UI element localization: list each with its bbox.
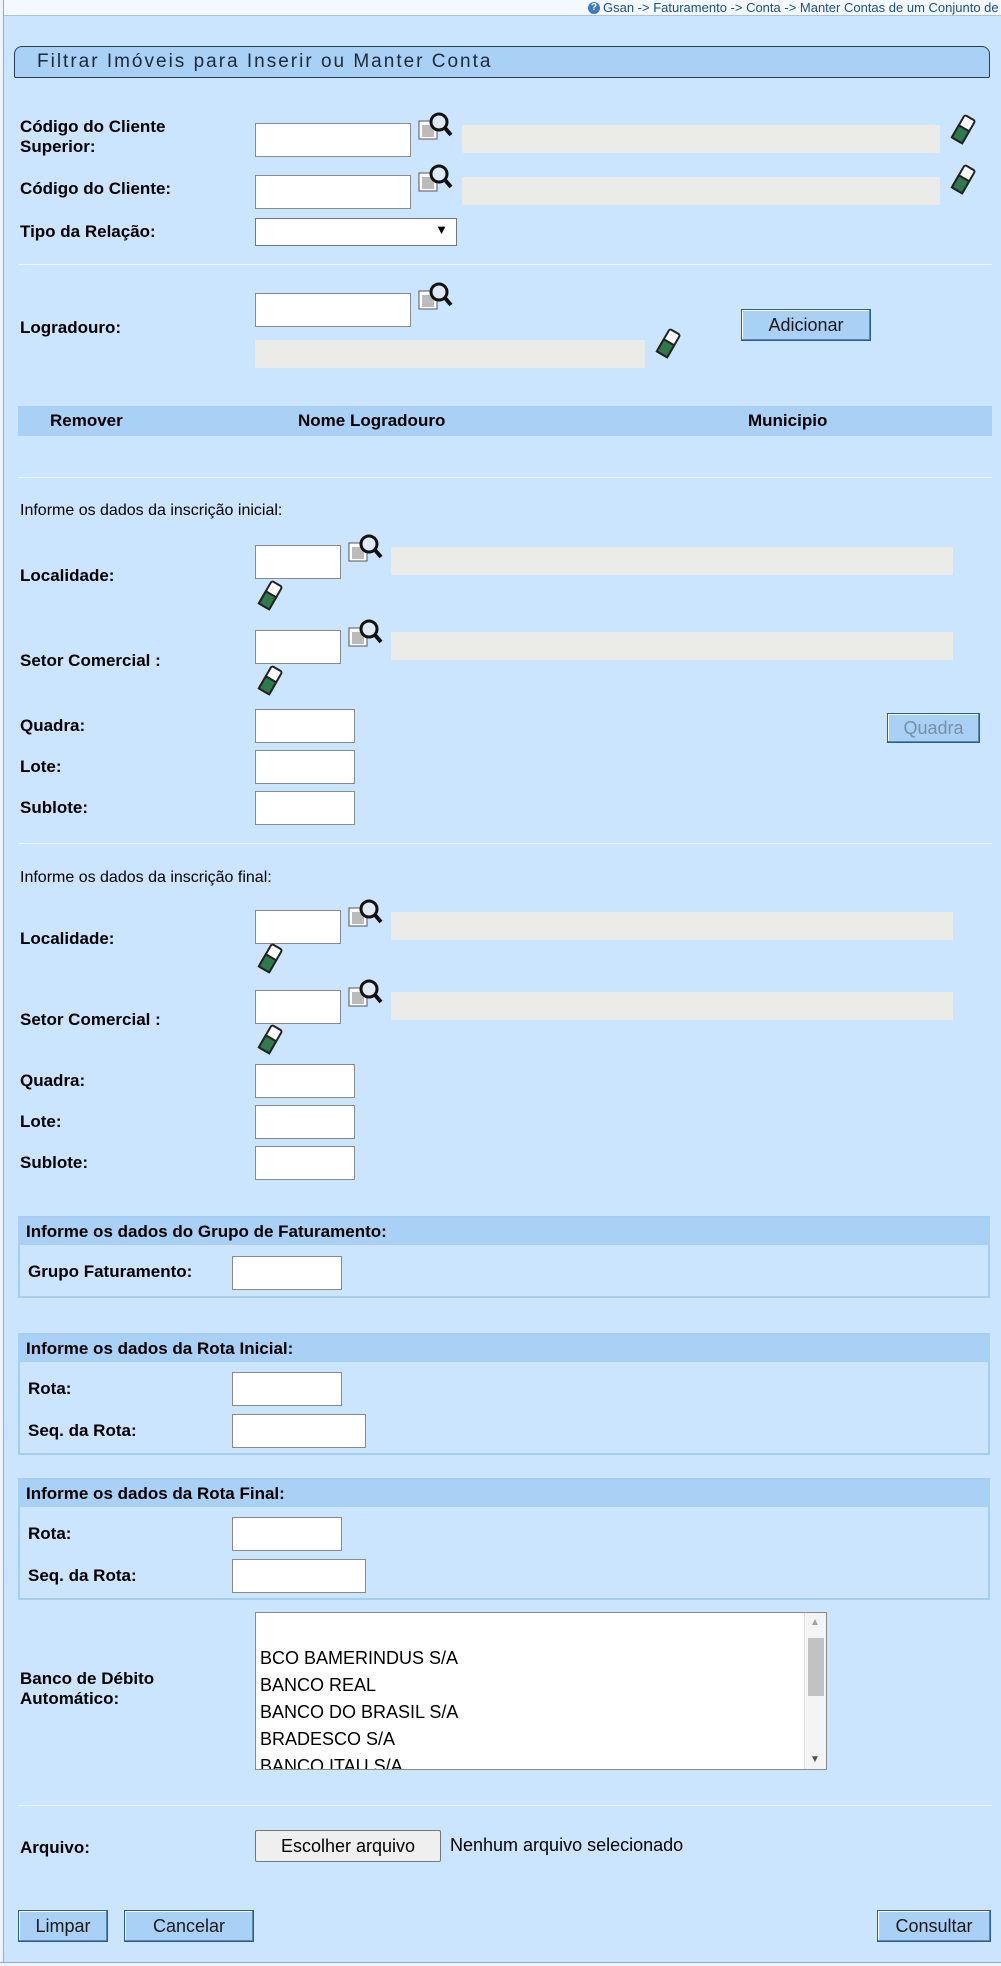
eraser-icon[interactable] [256,943,284,975]
magnifier-icon[interactable] [417,163,453,195]
divider [18,264,992,265]
localidade-inicial-label: Localidade: [20,566,115,585]
sublote-final-input[interactable] [255,1146,355,1180]
cliente-label: Código do Cliente: [20,179,172,198]
eraser-icon[interactable] [256,665,284,697]
magnifier-icon[interactable] [347,618,383,650]
choose-file-button[interactable]: Escolher arquivo [255,1830,441,1862]
quadra-final-input[interactable] [255,1064,355,1098]
cliente-superior-label: Código do Cliente Superior: [20,117,166,156]
file-status: Nenhum arquivo selecionado [450,1835,684,1855]
localidade-final-input[interactable] [255,910,341,944]
grupo-faturamento-label: Grupo Faturamento: [28,1262,193,1281]
inscricao-final-heading: Informe os dados da inscrição final: [20,869,272,886]
scroll-up-icon[interactable]: ▲ [810,1617,820,1628]
page-title: Filtrar Imóveis para Inserir ou Manter C… [37,51,493,72]
lote-final-label: Lote: [20,1112,62,1131]
seq-rota-final-label: Seq. da Rota: [28,1566,137,1585]
scroll-thumb[interactable] [808,1638,824,1696]
rota-inicial-label: Rota: [28,1379,72,1398]
logradouro-name [255,340,645,368]
list-item[interactable]: BRADESCO S/A [260,1726,395,1752]
setor-final-label: Setor Comercial : [20,1010,161,1029]
lote-inicial-label: Lote: [20,757,62,776]
banco-label: Banco de Débito Automático: [20,1669,155,1708]
logradouro-label: Logradouro: [20,318,122,337]
grupo-faturamento-heading: Informe os dados do Grupo de Faturamento… [18,1218,990,1245]
grupo-faturamento-input[interactable] [232,1256,342,1290]
eraser-icon[interactable] [949,164,977,196]
magnifier-icon[interactable] [417,111,453,143]
left-frame-border [0,0,4,1966]
lote-inicial-input[interactable] [255,750,355,784]
chevron-down-icon: ▼ [435,222,448,237]
list-item[interactable]: BCO BAMERINDUS S/A [260,1645,458,1671]
quadra-inicial-input[interactable] [255,709,355,743]
tipo-relacao-label: Tipo da Relação: [20,222,156,241]
sublote-inicial-label: Sublote: [20,798,88,817]
eraser-icon[interactable] [654,328,682,360]
scroll-down-icon[interactable]: ▼ [810,1754,820,1765]
cliente-superior-name [462,125,940,153]
adicionar-button[interactable]: Adicionar [741,309,871,341]
quadra-final-label: Quadra: [20,1071,86,1090]
setor-final-input[interactable] [255,990,341,1024]
eraser-icon[interactable] [256,1024,284,1056]
cancelar-button[interactable]: Cancelar [124,1910,254,1942]
magnifier-icon[interactable] [347,898,383,930]
quadra-inicial-label: Quadra: [20,716,86,735]
localidade-inicial-name [391,547,953,575]
banco-listbox[interactable]: BCO BAMERINDUS S/A BANCO REAL BANCO DO B… [255,1612,827,1770]
setor-inicial-label: Setor Comercial : [20,651,161,670]
list-item[interactable]: BANCO REAL [260,1672,376,1698]
divider [18,1805,992,1806]
help-icon[interactable]: ? [588,2,600,14]
divider [18,843,992,844]
sublote-final-label: Sublote: [20,1153,88,1172]
tipo-relacao-select[interactable]: ▼ [255,218,457,246]
breadcrumb[interactable]: Gsan -> Faturamento -> Conta -> Manter C… [603,0,1001,16]
cliente-name [462,177,940,205]
bottom-border [0,1962,1001,1966]
rota-inicial-input[interactable] [232,1372,342,1406]
setor-inicial-input[interactable] [255,630,341,664]
table-header-municipio: Municipio [748,411,828,430]
logradouro-table-header [18,406,992,436]
list-item[interactable]: BANCO DO BRASIL S/A [260,1699,458,1725]
consultar-button[interactable]: Consultar [877,1910,991,1942]
inscricao-inicial-heading: Informe os dados da inscrição inicial: [20,502,283,519]
table-header-remover: Remover [50,411,123,430]
localidade-final-name [391,912,953,940]
magnifier-icon[interactable] [417,281,453,313]
lote-final-input[interactable] [255,1105,355,1139]
rota-final-input[interactable] [232,1517,342,1551]
cliente-code-input[interactable] [255,175,411,209]
magnifier-icon[interactable] [347,978,383,1010]
rota-inicial-heading: Informe os dados da Rota Inicial: [18,1335,990,1362]
seq-rota-inicial-input[interactable] [232,1414,366,1448]
localidade-inicial-input[interactable] [255,545,341,579]
cliente-superior-code-input[interactable] [255,123,411,157]
divider [18,477,992,478]
setor-final-name [391,992,953,1020]
quadra-button[interactable]: Quadra [887,713,980,743]
scrollbar[interactable]: ▲ ▼ [804,1613,826,1769]
rota-final-heading: Informe os dados da Rota Final: [18,1480,990,1507]
sublote-inicial-input[interactable] [255,791,355,825]
logradouro-code-input[interactable] [255,293,411,327]
magnifier-icon[interactable] [347,533,383,565]
limpar-button[interactable]: Limpar [18,1910,108,1942]
localidade-final-label: Localidade: [20,929,115,948]
eraser-icon[interactable] [949,114,977,146]
table-header-nome-logradouro: Nome Logradouro [298,411,446,430]
seq-rota-final-input[interactable] [232,1559,366,1593]
list-item[interactable]: BANCO ITAU S/A [260,1753,403,1769]
setor-inicial-name [391,632,953,660]
eraser-icon[interactable] [256,580,284,612]
seq-rota-inicial-label: Seq. da Rota: [28,1421,137,1440]
rota-final-label: Rota: [28,1524,72,1543]
arquivo-label: Arquivo: [20,1838,90,1857]
